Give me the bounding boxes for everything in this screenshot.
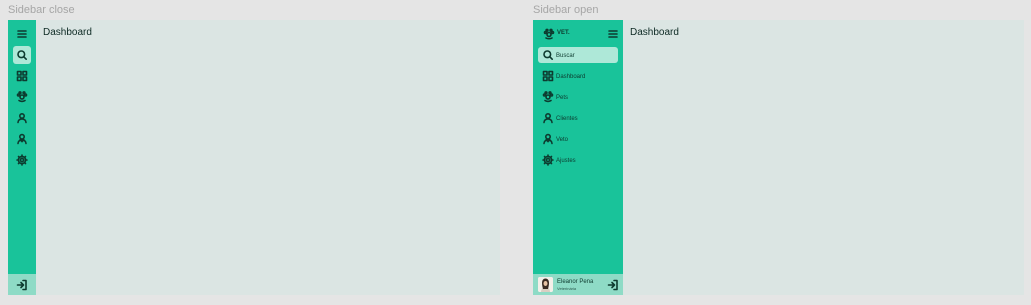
vet-icon[interactable] xyxy=(540,131,556,147)
vet-icon[interactable] xyxy=(14,131,30,147)
paw-icon[interactable] xyxy=(540,89,556,105)
nav-label-dashboard[interactable]: Dashboard xyxy=(556,73,585,81)
frame-sidebar-open: VET. Buscar Dashboard Pets Clientes Veto… xyxy=(533,20,1024,295)
nav-label-ajustes[interactable]: Ajustes xyxy=(556,157,576,165)
settings-icon[interactable] xyxy=(14,152,30,168)
frame-sidebar-closed: Dashboard xyxy=(8,20,500,295)
sidebar-footer: Eleanor Pena Veterinária xyxy=(533,274,623,295)
nav-label-clientes[interactable]: Clientes xyxy=(556,115,578,123)
frame-label-closed: Sidebar close xyxy=(8,4,75,16)
avatar[interactable] xyxy=(538,277,553,292)
search-icon[interactable] xyxy=(14,47,30,63)
logout-icon[interactable] xyxy=(605,277,621,293)
nav-label-pets[interactable]: Pets xyxy=(556,94,568,102)
paw-icon[interactable] xyxy=(14,89,30,105)
sidebar-footer xyxy=(8,274,36,295)
user-role: Veterinária xyxy=(557,286,577,291)
page-title: Dashboard xyxy=(630,27,679,38)
dashboard-icon[interactable] xyxy=(540,68,556,84)
user-name: Eleanor Pena xyxy=(557,279,594,285)
dashboard-icon[interactable] xyxy=(14,68,30,84)
menu-icon[interactable] xyxy=(14,26,30,42)
search-icon[interactable] xyxy=(540,47,556,63)
page-title: Dashboard xyxy=(43,27,92,38)
brand-logo-icon xyxy=(541,26,557,42)
nav-label-buscar[interactable]: Buscar xyxy=(556,52,575,60)
logout-icon[interactable] xyxy=(14,277,30,293)
frame-label-open: Sidebar open xyxy=(533,4,599,16)
nav-label-veto[interactable]: Veto xyxy=(556,136,568,144)
sidebar-collapsed xyxy=(8,20,36,295)
sidebar-expanded: VET. Buscar Dashboard Pets Clientes Veto… xyxy=(533,20,623,295)
settings-icon[interactable] xyxy=(540,152,556,168)
user-icon[interactable] xyxy=(540,110,556,126)
brand-name: VET. xyxy=(557,30,570,36)
user-icon[interactable] xyxy=(14,110,30,126)
menu-icon[interactable] xyxy=(605,26,621,42)
